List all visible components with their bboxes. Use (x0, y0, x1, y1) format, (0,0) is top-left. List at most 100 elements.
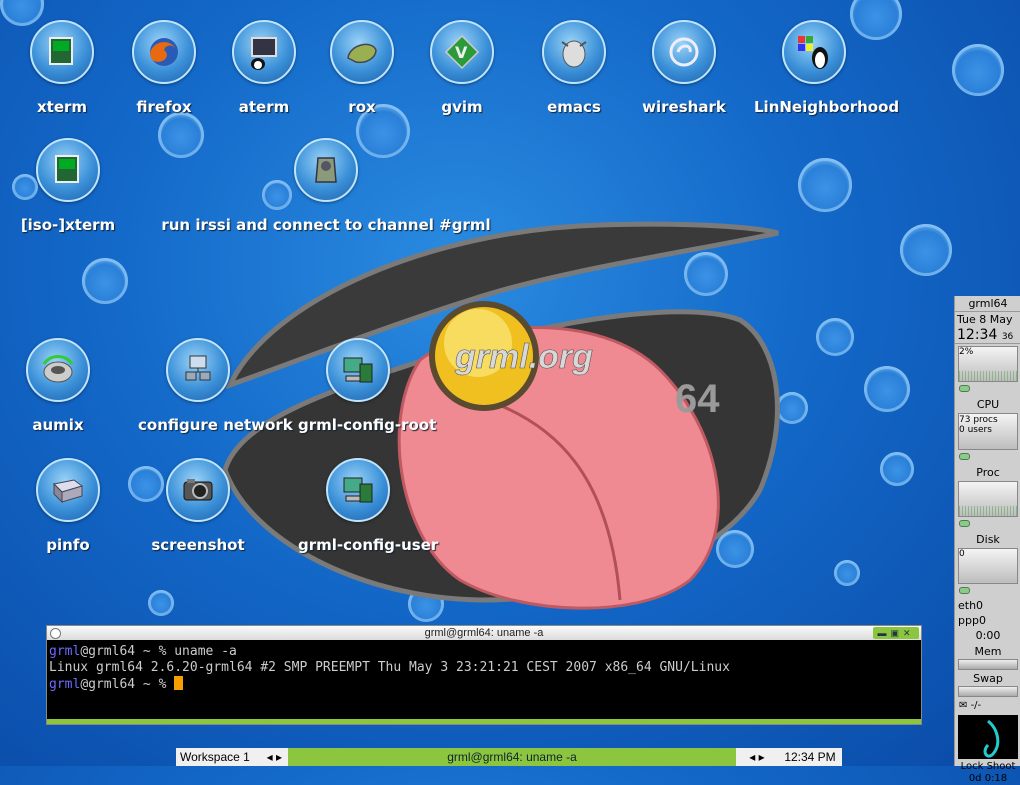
icon-label: gvim (441, 98, 483, 116)
window-menu-button[interactable] (50, 628, 61, 639)
icon-label: run irssi and connect to channel #grml (161, 216, 491, 234)
gkrellm-time: 12:34 36 (955, 327, 1020, 344)
terminal-title: grml@grml64: uname -a (424, 627, 544, 639)
ppp0-time: 0:00 (975, 629, 1001, 642)
gkrellm-monitor: grml64 Tue 8 May 12:34 36 2% CPU 73 proc… (954, 296, 1020, 784)
proc-count: 73 procs (959, 415, 998, 425)
desktop-icon-configure-network[interactable]: configure network (138, 338, 293, 434)
firefox-icon (150, 38, 178, 66)
icon-label: aumix (32, 416, 84, 434)
terminal-content[interactable]: grml@grml64 ~ % uname -a Linux grml64 2.… (47, 640, 921, 693)
prompt-host: @grml64 ~ % (80, 644, 175, 659)
terminal-icon (55, 155, 79, 183)
terminal-bottom-bar (47, 719, 921, 724)
taskbar: Workspace 1 ◂ ▸ grml@grml64: uname -a ◂ … (176, 748, 842, 766)
swap-meter (958, 686, 1018, 697)
ppp0-label: ppp0 (958, 614, 986, 627)
cyan-spiral-icon (983, 719, 1000, 758)
disk-chart[interactable]: 0 (958, 548, 1018, 584)
minimize-icon[interactable]: ▬ (877, 628, 890, 638)
book-icon (52, 479, 84, 504)
aterm-icon (251, 37, 277, 70)
prompt-host: @grml64 ~ % (80, 677, 175, 692)
cpu-percent: 2% (959, 347, 974, 357)
mem-label: Mem (974, 645, 1002, 658)
taskbar-clock: 12:34 PM (784, 750, 836, 764)
proc-label: Proc (976, 466, 1000, 479)
gkrellm-logo-image (958, 715, 1018, 759)
maximize-icon[interactable]: ▣ (890, 628, 903, 638)
icon-label: emacs (547, 98, 601, 116)
icon-label: grml-config-root (298, 416, 437, 434)
desktop-icon-screenshot[interactable]: screenshot (138, 458, 258, 554)
mem-meter (958, 659, 1018, 670)
desktop-icon-pinfo[interactable]: pinfo (8, 458, 128, 554)
mail-icon: ✉ (959, 700, 968, 711)
icon-label: LinNeighborhood (754, 98, 900, 116)
config-computer-icon (343, 477, 373, 503)
disk-label: Disk (976, 533, 1000, 546)
icon-label: configure network (138, 416, 293, 434)
ppp0-row: ppp0 (955, 613, 1020, 628)
network-computer-icon (185, 355, 211, 381)
svg-text:V: V (455, 43, 468, 62)
mail-monitor[interactable]: ✉ -/- (955, 698, 1020, 713)
prompt-user: grml (49, 677, 81, 692)
swap-label: Swap (973, 672, 1003, 685)
gkrellm-footer: Lock Shoot 0d 0:18 (955, 761, 1020, 785)
wallpaper-logo-text: grml.org (454, 338, 593, 376)
desktop-icon-emacs[interactable]: emacs (514, 20, 634, 116)
icon-label: grml-config-user (298, 536, 439, 554)
icon-label: screenshot (151, 536, 245, 554)
terminal-titlebar[interactable]: grml@grml64: uname -a ▬▣✕ (47, 626, 921, 640)
mail-count: -/- (970, 700, 982, 711)
workspace-switcher[interactable]: Workspace 1 ◂ ▸ (176, 748, 288, 766)
window-controls[interactable]: ▬▣✕ (873, 627, 919, 639)
close-icon[interactable]: ✕ (903, 628, 915, 638)
irssi-icon (315, 157, 337, 183)
wireshark-icon (669, 37, 699, 67)
proc-led (959, 453, 970, 460)
cpu-label: CPU (976, 398, 1000, 411)
cpu-led (959, 385, 970, 392)
desktop-icon-aumix[interactable]: aumix (0, 338, 118, 434)
terminal-command: uname -a (174, 644, 237, 659)
desktop-icon-grml-config-root[interactable]: grml-config-root (298, 338, 437, 434)
tux-windows-icon (798, 36, 828, 69)
gkrellm-hostname: grml64 (955, 296, 1020, 312)
disk-value: 0 (959, 549, 965, 559)
desktop-icon-wireshark[interactable]: wireshark (624, 20, 744, 116)
gkrellm-clock: 12:34 (957, 327, 998, 343)
config-computer-icon (343, 357, 373, 383)
desktop-icon-gvim[interactable]: V gvim (402, 20, 522, 116)
desktop-icon-linneighborhood[interactable]: LinNeighborhood (754, 20, 900, 116)
terminal-window[interactable]: grml@grml64: uname -a ▬▣✕ grml@grml64 ~ … (46, 625, 922, 725)
task-arrows[interactable]: ◂ ▸ (738, 748, 776, 766)
camera-icon (183, 479, 213, 501)
taskbar-task-terminal[interactable]: grml@grml64: uname -a (288, 748, 736, 766)
gkrellm-date: Tue 8 May (957, 313, 1013, 326)
vim-icon: V (444, 34, 480, 70)
proc-chart[interactable]: 73 procs 0 users (958, 413, 1018, 450)
lock-button[interactable]: Lock (961, 761, 984, 772)
wallpaper-badge: 64 (675, 377, 720, 421)
terminal-cursor (174, 676, 184, 690)
workspace-arrows[interactable]: ◂ ▸ (267, 748, 282, 766)
proc-history-chart[interactable] (958, 481, 1018, 517)
eth-led (959, 587, 970, 594)
gkrellm-seconds: 36 (1001, 332, 1014, 342)
desktop-icon-grml-config-user[interactable]: grml-config-user (298, 458, 439, 554)
desktop-icon-irssi[interactable]: run irssi and connect to channel #grml (161, 138, 491, 234)
user-count: 0 users (959, 425, 992, 435)
terminal-output: Linux grml64 2.6.20-grml64 #2 SMP PREEMP… (49, 660, 730, 675)
prompt-user: grml (49, 644, 81, 659)
rox-icon (347, 43, 377, 64)
terminal-icon (49, 37, 73, 65)
workspace-label: Workspace 1 (180, 750, 250, 764)
cpu-chart[interactable]: 2% (958, 346, 1018, 382)
speaker-icon (42, 355, 74, 383)
eth0-label: eth0 (958, 599, 984, 612)
shoot-button[interactable]: Shoot (987, 761, 1016, 772)
icon-label: pinfo (46, 536, 90, 554)
emacs-gnu-icon (561, 40, 587, 68)
